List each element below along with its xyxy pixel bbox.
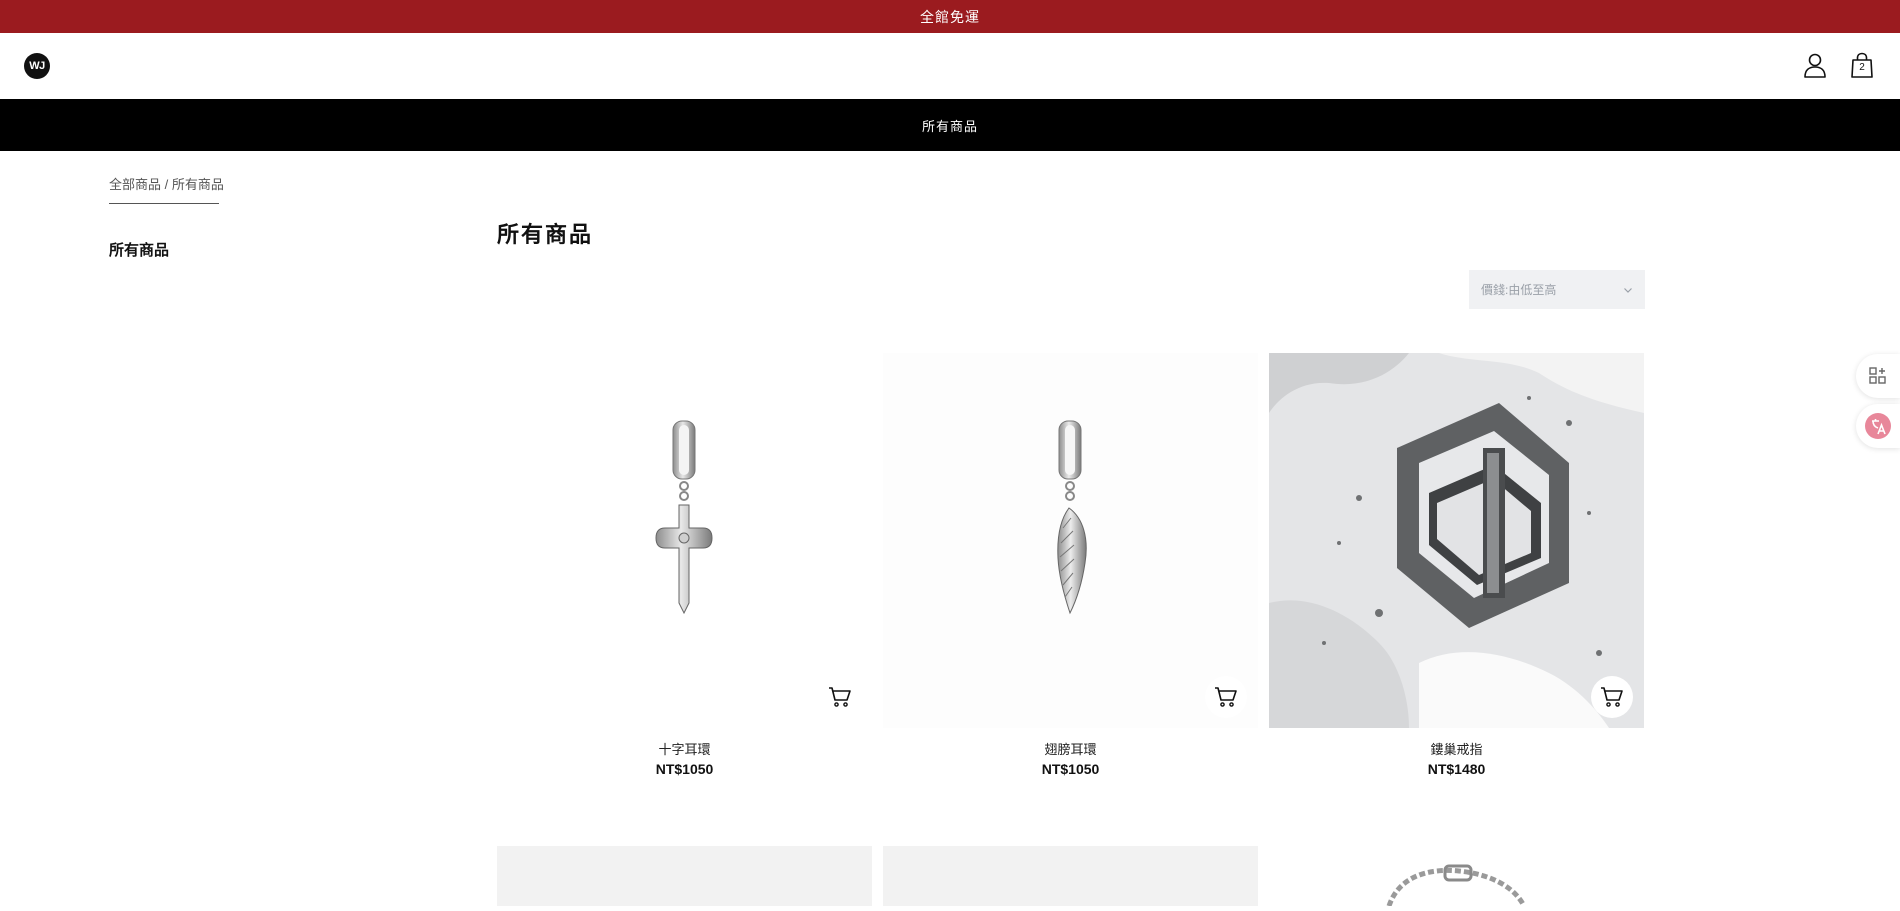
product-price: NT$1050 bbox=[655, 761, 714, 777]
product-image-placeholder[interactable] bbox=[1269, 846, 1644, 908]
page-title: 所有商品 bbox=[497, 222, 594, 247]
cart-button[interactable]: 2 bbox=[1848, 51, 1876, 79]
nav-item-all-products[interactable]: 所有商品 bbox=[922, 116, 978, 135]
cart-count-badge: 2 bbox=[1859, 62, 1865, 73]
site-header: WJ 2 bbox=[0, 33, 1900, 99]
apps-widget-button[interactable] bbox=[1856, 354, 1900, 398]
cart-icon bbox=[1215, 687, 1237, 707]
breadcrumb-separator: / bbox=[161, 177, 172, 192]
product-name[interactable]: 鏤巢戒指 bbox=[1269, 739, 1644, 758]
product-image[interactable] bbox=[1269, 353, 1644, 728]
breadcrumb-current[interactable]: 所有商品 bbox=[172, 177, 224, 192]
cart-icon bbox=[829, 687, 851, 707]
translate-widget-button[interactable] bbox=[1856, 404, 1900, 448]
translate-icon bbox=[1865, 413, 1891, 439]
product-price: NT$1050 bbox=[1041, 761, 1100, 777]
product-image-placeholder[interactable] bbox=[497, 846, 872, 906]
main-nav: 所有商品 bbox=[0, 99, 1900, 151]
chevron-down-icon bbox=[1624, 287, 1632, 293]
product-image[interactable] bbox=[497, 353, 872, 728]
sort-select[interactable]: 價錢:由低至高 bbox=[1469, 270, 1645, 309]
sidebar-item-all-products[interactable]: 所有商品 bbox=[109, 239, 169, 260]
announcement-text: 全館免運 bbox=[920, 8, 980, 25]
logo[interactable]: WJ bbox=[24, 53, 50, 79]
product-name[interactable]: 十字耳環 bbox=[497, 739, 872, 758]
announcement-bar: 全館免運 bbox=[0, 0, 1900, 33]
product-name[interactable]: 翅膀耳環 bbox=[883, 739, 1258, 758]
product-price: NT$1480 bbox=[1427, 761, 1486, 777]
apps-icon bbox=[1869, 367, 1886, 384]
cart-icon bbox=[1601, 687, 1623, 707]
breadcrumb: 全部商品 / 所有商品 bbox=[109, 174, 224, 204]
account-button[interactable] bbox=[1801, 51, 1829, 79]
sort-selected-value: 價錢:由低至高 bbox=[1481, 283, 1557, 297]
add-to-cart-button[interactable] bbox=[1591, 676, 1633, 718]
product-image-placeholder[interactable] bbox=[883, 846, 1258, 906]
user-icon bbox=[1804, 53, 1826, 78]
add-to-cart-button[interactable] bbox=[1205, 676, 1247, 718]
breadcrumb-root[interactable]: 全部商品 bbox=[109, 177, 161, 192]
add-to-cart-button[interactable] bbox=[819, 676, 861, 718]
product-image[interactable] bbox=[883, 353, 1258, 728]
